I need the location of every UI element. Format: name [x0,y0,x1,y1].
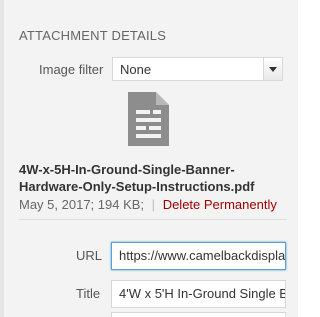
meta-separator: | [151,197,156,212]
section-title: ATTACHMENT DETAILS [19,28,167,43]
title-field-row: Title 4'W x 5'H In-Ground Single Ba [0,280,298,308]
title-label: Title [76,286,101,301]
attachment-meta-row: May 5, 2017; 194 KB; | Delete Permanentl… [19,197,277,212]
section-divider [19,219,287,220]
url-field-row: URL https://www.camelbackdispla [0,242,298,270]
title-input[interactable]: 4'W x 5'H In-Ground Single Ba [111,280,286,308]
delete-permanently-link[interactable]: Delete Permanently [163,197,277,212]
document-icon [128,92,169,146]
next-field-partial [111,312,286,317]
image-filter-label: Image filter [39,62,104,77]
attachment-details-panel: ATTACHMENT DETAILS Image filter None 4W-… [0,0,298,317]
chevron-down-icon[interactable] [263,58,282,80]
attachment-size: 194 KB; [97,197,145,212]
attachment-date: May 5, 2017; [19,197,95,212]
image-filter-row: Image filter None [0,57,298,83]
url-label: URL [76,248,103,263]
image-filter-select[interactable]: None [112,57,283,81]
url-input[interactable]: https://www.camelbackdispla [111,242,286,270]
image-filter-selected-value: None [120,62,152,77]
attachment-file-name: 4W-x-5H-In-Ground-Single-Banner-Hardware… [19,162,255,194]
